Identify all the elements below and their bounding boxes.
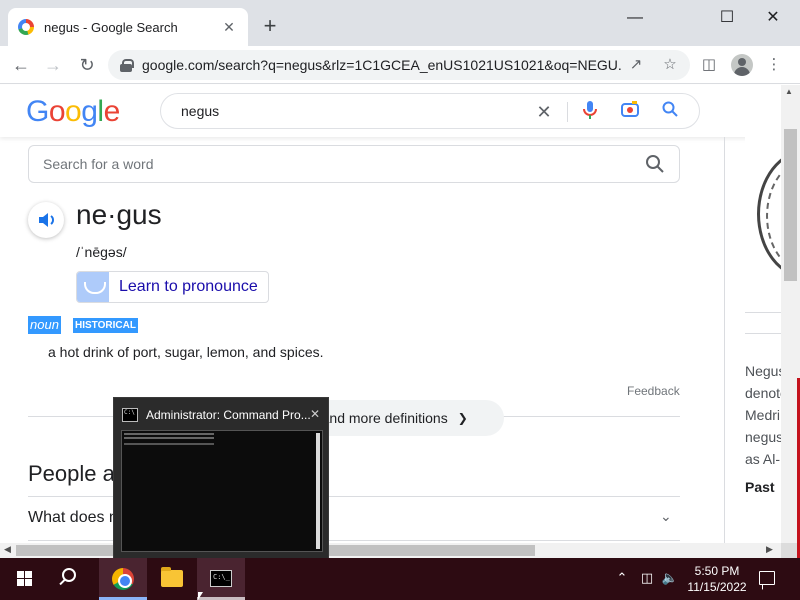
maximize-button[interactable]: ☐	[704, 6, 750, 30]
divider	[745, 333, 781, 334]
search-icon[interactable]	[659, 101, 681, 123]
learn-to-pronounce-button[interactable]: Learn to pronounce	[76, 271, 269, 303]
knowledge-panel-section-heading: Past	[745, 479, 775, 495]
share-icon[interactable]: ↗	[626, 55, 646, 73]
dictionary-search-placeholder: Search for a word	[43, 156, 154, 172]
google-logo[interactable]: Google	[26, 95, 120, 129]
command-prompt-icon	[122, 408, 138, 422]
taskbar: ⌃ ◫ 🔈 5:50 PM 11/15/2022	[0, 558, 800, 600]
command-prompt-icon	[210, 570, 232, 587]
taskbar-file-explorer[interactable]	[148, 558, 196, 600]
taskbar-search-button[interactable]	[48, 558, 96, 600]
forward-arrow-icon[interactable]: →	[40, 52, 66, 78]
chevron-down-icon[interactable]: ⌄	[660, 508, 672, 525]
mouse-cursor-icon	[198, 592, 203, 600]
close-window-button[interactable]: ✕	[750, 6, 796, 30]
lock-icon[interactable]	[120, 59, 134, 72]
browser-toolbar: ← → ↻ google.com/search?q=negus&rlz=1C1G…	[0, 46, 800, 84]
search-icon[interactable]	[645, 154, 667, 176]
chevron-down-icon: ❯	[457, 411, 468, 425]
menu-kebab-icon[interactable]: ⋮	[763, 54, 785, 76]
browser-tab[interactable]: negus - Google Search ✕	[8, 8, 248, 46]
microphone-icon[interactable]	[579, 101, 601, 123]
definition-text: a hot drink of port, sugar, lemon, and s…	[48, 344, 324, 360]
search-divider	[567, 102, 568, 122]
dictionary-search-input[interactable]: Search for a word	[28, 145, 680, 183]
knowledge-panel-snippet: Negus denotes Medri negus as Al-	[745, 363, 781, 467]
phonetic-spelling: /ˈnēɡəs/	[76, 244, 127, 260]
tab-close-icon[interactable]: ✕	[220, 19, 238, 36]
knowledge-panel-border	[724, 137, 725, 557]
search-icon	[62, 568, 76, 582]
volume-icon[interactable]: 🔈	[661, 570, 679, 586]
minimize-button[interactable]: —	[612, 6, 658, 30]
chrome-icon	[112, 568, 134, 590]
scroll-left-icon[interactable]: ◀	[4, 544, 11, 555]
bookmark-star-icon[interactable]: ☆	[660, 55, 680, 73]
taskbar-chrome[interactable]	[99, 558, 147, 600]
folder-icon	[161, 567, 183, 587]
notification-icon[interactable]	[759, 571, 775, 585]
console-scrollbar	[316, 433, 320, 549]
google-header: Google negus ✕	[0, 85, 781, 137]
thumbnail-close-icon[interactable]: ✕	[310, 407, 320, 421]
knowledge-panel-image[interactable]	[745, 137, 781, 313]
speaker-icon[interactable]	[28, 202, 64, 238]
clear-icon[interactable]: ✕	[533, 101, 555, 123]
reload-icon[interactable]: ↻	[74, 52, 100, 78]
seal-image-icon	[757, 149, 781, 279]
windows-start-icon[interactable]	[0, 558, 48, 600]
pronounce-face-icon	[77, 272, 109, 302]
part-of-speech: noun	[28, 316, 61, 334]
new-tab-button[interactable]: +	[258, 14, 282, 38]
address-bar[interactable]: google.com/search?q=negus&rlz=1C1GCEA_en…	[108, 50, 690, 80]
clock-time[interactable]: 5:50 PM	[689, 564, 745, 578]
scroll-up-icon[interactable]: ▲	[785, 87, 793, 96]
register-label: HISTORICAL	[73, 318, 138, 333]
feedback-link[interactable]: Feedback	[627, 384, 680, 398]
taskbar-command-prompt[interactable]	[197, 558, 245, 600]
command-prompt-thumbnail[interactable]: Administrator: Command Pro... ✕	[113, 397, 329, 559]
side-panel-icon[interactable]: ◫	[698, 54, 720, 76]
vertical-scroll-thumb[interactable]	[784, 129, 797, 281]
scroll-right-icon[interactable]: ▶	[766, 544, 773, 555]
back-arrow-icon[interactable]: ←	[8, 52, 34, 78]
url-text[interactable]: google.com/search?q=negus&rlz=1C1GCEA_en…	[142, 57, 622, 73]
tab-strip: negus - Google Search ✕ + — ☐ ✕	[0, 0, 800, 46]
google-search-box[interactable]: negus ✕	[160, 93, 700, 129]
network-icon[interactable]: ◫	[638, 570, 656, 586]
headword: ne·gus	[76, 199, 162, 230]
pronounce-label: Learn to pronounce	[119, 278, 258, 295]
profile-avatar-icon[interactable]	[731, 54, 753, 76]
tab-title: negus - Google Search	[44, 19, 178, 35]
chevron-up-icon[interactable]: ⌃	[613, 570, 631, 586]
thumbnail-title: Administrator: Command Pro...	[146, 408, 311, 422]
camera-lens-icon[interactable]	[619, 101, 641, 123]
clock-date[interactable]: 11/15/2022	[684, 580, 750, 594]
console-preview[interactable]	[121, 430, 323, 552]
google-favicon-icon	[18, 19, 34, 35]
